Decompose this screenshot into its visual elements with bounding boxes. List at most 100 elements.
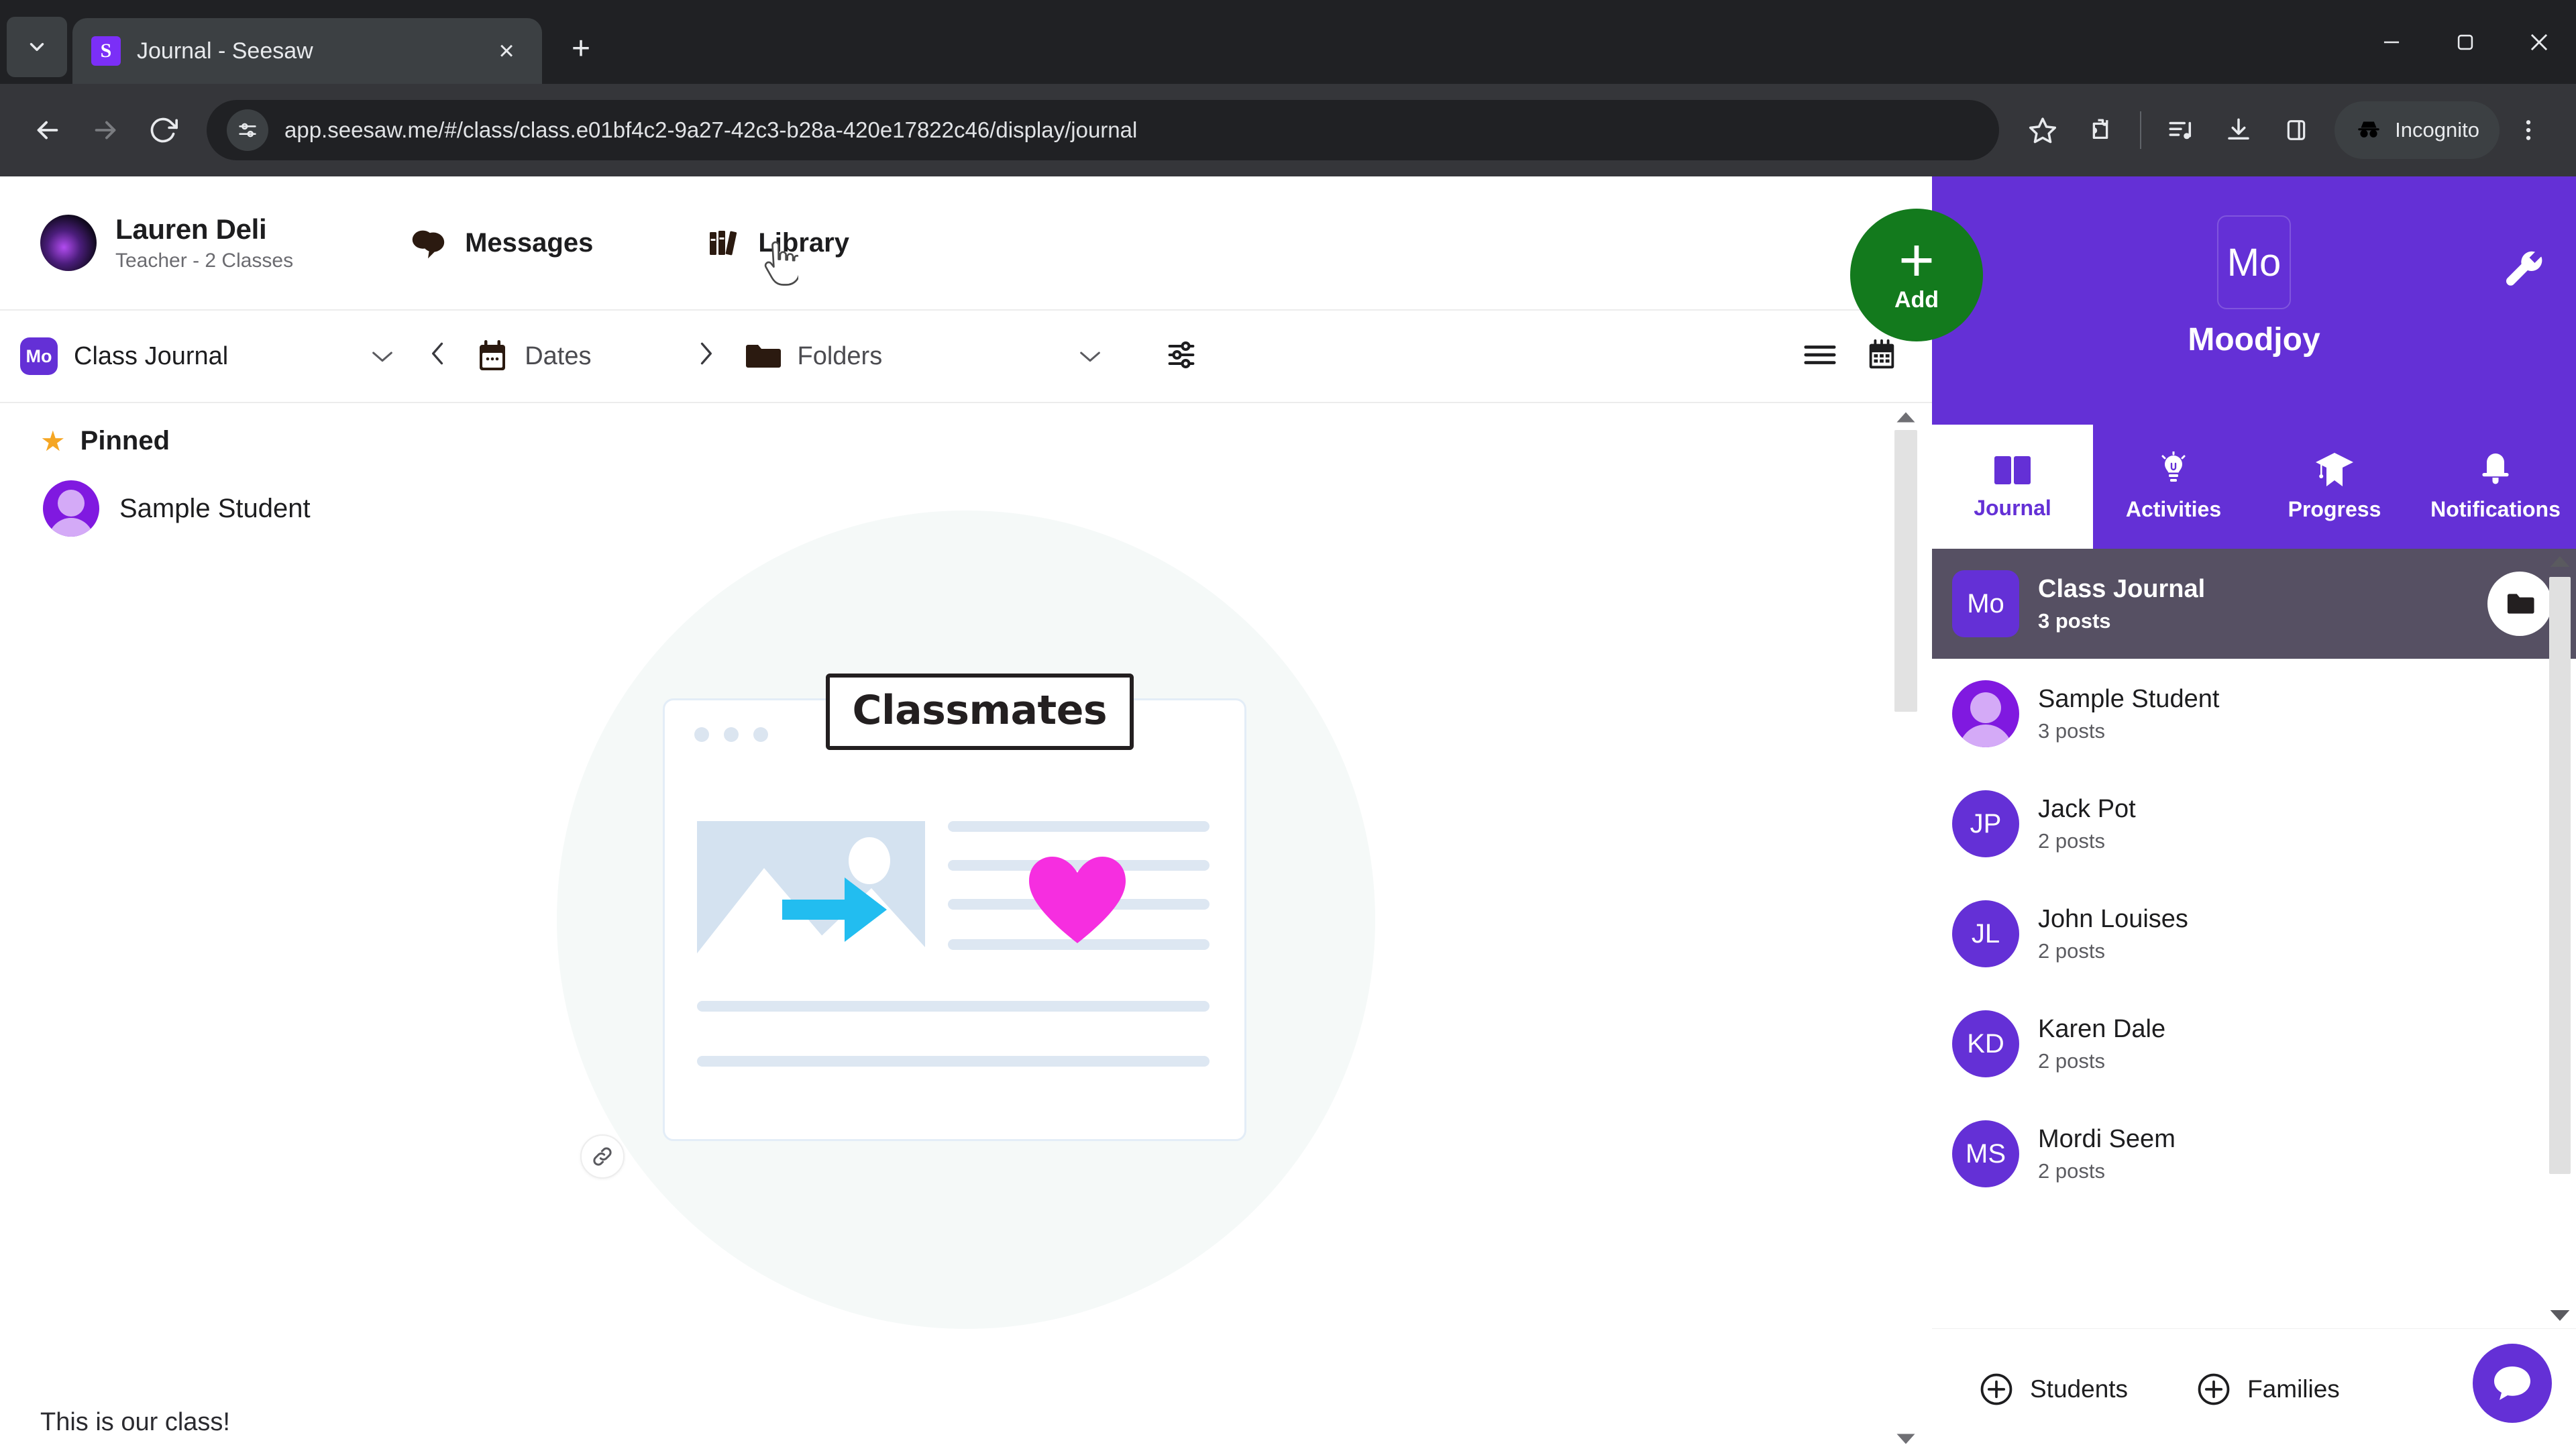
add-families-button[interactable]: Families [2195,1371,2340,1408]
extensions-button[interactable] [2072,101,2129,159]
scrollbar-thumb[interactable] [2549,577,2571,1174]
tab-notifications[interactable]: Notifications [2415,425,2576,549]
browser-toolbar: app.seesaw.me/#/class/class.e01bf4c2-9a2… [0,84,2576,176]
list-item-student[interactable]: MS Mordi Seem 2 posts [1932,1099,2576,1209]
reload-button[interactable] [134,101,192,159]
placeholder-line [947,821,1210,832]
calendar-view-button[interactable] [1865,338,1898,375]
plus-circle-icon [1980,1373,2012,1405]
forward-button[interactable] [76,101,134,159]
scroll-up-arrow[interactable] [2546,553,2573,570]
placeholder-line [696,1001,1210,1012]
chevron-right-icon [700,342,712,364]
list-item-name: Mordi Seem [2038,1124,2176,1153]
list-item-student[interactable]: JL John Louises 2 posts [1932,879,2576,989]
side-panel-button[interactable] [2267,101,2325,159]
chrome-menu-button[interactable] [2500,101,2557,159]
folders-filter[interactable]: Folders [744,340,882,372]
arrow-left-icon [37,121,58,140]
next-date-button[interactable] [696,339,716,374]
browser-tab[interactable]: S Journal - Seesaw × [72,18,542,84]
chevron-down-icon [1080,352,1101,362]
sidebar-student-list[interactable]: Mo Class Journal 3 posts Sample Student … [1932,549,2576,1328]
kebab-menu-icon [2526,120,2531,140]
back-button[interactable] [19,101,76,159]
tab-activities[interactable]: Activities [2093,425,2254,549]
sidebar-header: + Add Mo Moodjoy [1850,176,2576,425]
folder-icon [745,345,781,368]
list-item-student[interactable]: JP Jack Pot 2 posts [1932,769,2576,879]
list-item-name: Karen Dale [2038,1014,2166,1043]
add-students-button[interactable]: Students [1978,1371,2128,1408]
tab-title: Journal - Seesaw [137,38,313,64]
window-minimize-button[interactable] [2355,0,2428,84]
main-scrollbar[interactable] [1894,410,1917,1446]
tab-search-button[interactable] [7,17,67,77]
sidebar-footer: Students Families [1932,1328,2576,1449]
link-attachment-button[interactable] [580,1134,625,1179]
window-dots-icon [694,727,768,742]
list-view-button[interactable] [1802,341,1838,372]
list-item-student[interactable]: KD Karen Dale 2 posts [1932,989,2576,1099]
filter-settings-button[interactable] [1164,337,1199,376]
bookmark-star-button[interactable] [2014,101,2072,159]
list-item-student[interactable]: Sample Student 3 posts [1932,659,2576,769]
book-icon [1994,456,2031,484]
user-name: Lauren Deli [115,213,267,245]
tab-strip: S Journal - Seesaw × + [0,0,2576,84]
blue-arrow-icon [782,877,887,942]
journal-subbar: Mo Class Journal Dates Folders [0,311,1932,403]
page-viewport: Lauren Deli Teacher - 2 Classes Messages [0,176,2576,1449]
incognito-indicator[interactable]: Incognito [2334,101,2500,159]
add-label: Add [1894,287,1939,313]
plus-icon: + [1898,225,1935,294]
class-settings-button[interactable] [2502,250,2548,299]
illustration-browser-card: Classmates [662,674,1246,1141]
class-dropdown-caret[interactable] [369,347,396,365]
window-close-button[interactable] [2502,0,2576,84]
chat-button[interactable] [2473,1344,2552,1423]
dates-label: Dates [525,341,592,370]
sidebar-scrollbar[interactable] [2546,549,2573,1328]
scroll-down-arrow[interactable] [2546,1307,2573,1324]
scroll-up-arrow[interactable] [1894,410,1917,425]
tab-journal[interactable]: Journal [1932,425,2093,549]
folder-button[interactable] [2487,572,2552,636]
incognito-icon [2358,121,2379,138]
reading-list-button[interactable] [2152,101,2210,159]
scroll-down-arrow[interactable] [1894,1432,1917,1446]
address-bar[interactable]: app.seesaw.me/#/class/class.e01bf4c2-9a2… [207,100,2000,160]
library-icon [710,231,737,256]
heart-icon [1028,857,1126,943]
playlist-icon [2169,121,2192,140]
plus-circle-icon [2198,1373,2230,1405]
user-profile[interactable]: Lauren Deli Teacher - 2 Classes [40,213,293,272]
tab-progress[interactable]: Progress [2254,425,2415,549]
list-item-class-journal[interactable]: Mo Class Journal 3 posts [1932,549,2576,659]
site-settings-icon[interactable] [227,109,268,151]
class-selector-label: Class Journal [74,341,229,370]
triangle-up-icon [1896,412,1915,423]
class-initials-badge: Mo [2217,215,2291,309]
url-text: app.seesaw.me/#/class/class.e01bf4c2-9a2… [284,117,1138,142]
dates-filter[interactable]: Dates [475,339,592,374]
library-nav-item[interactable]: Library [707,225,849,286]
scrollbar-thumb[interactable] [1894,430,1917,712]
bell-icon [2482,453,2509,484]
maximize-icon [2457,34,2473,50]
chevron-down-icon [30,43,44,51]
downloads-button[interactable] [2210,101,2267,159]
add-button[interactable]: + Add [1850,209,1983,341]
messages-nav-item[interactable]: Messages [407,224,593,262]
new-tab-button[interactable]: + [562,33,600,65]
prev-date-button[interactable] [428,339,448,374]
class-selector[interactable]: Mo Class Journal [20,337,228,375]
folders-dropdown-caret[interactable] [1077,347,1104,365]
student-initials-avatar: JP [1952,790,2019,857]
tab-progress-label: Progress [2288,497,2381,521]
main-content: Lauren Deli Teacher - 2 Classes Messages [0,176,1932,1449]
star-icon: ★ [40,425,66,457]
chat-bubble-icon [2494,1366,2530,1400]
window-maximize-button[interactable] [2428,0,2502,84]
tab-close-button[interactable]: × [490,38,523,64]
